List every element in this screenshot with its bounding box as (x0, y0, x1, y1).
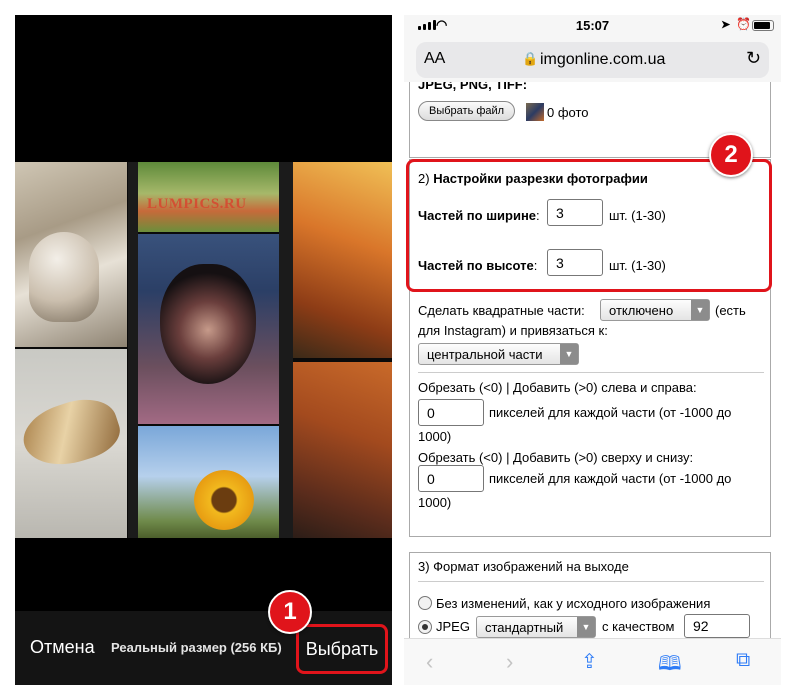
photo-dog (138, 234, 279, 424)
radio-jpeg-label: JPEG (436, 619, 470, 634)
jpeg-mode-value: стандартный (485, 619, 564, 635)
radio-jpeg[interactable] (418, 620, 432, 634)
forward-icon[interactable]: › (506, 649, 513, 675)
tb-label: Обрезать (<0) | Добавить (>0) сверху и с… (418, 450, 694, 465)
reader-settings-button[interactable]: AA (424, 50, 445, 68)
alarm-icon: ⏰ (736, 17, 751, 31)
photo-cat (15, 162, 127, 347)
sunflower (194, 470, 254, 530)
step-badge-1: 1 (268, 590, 312, 634)
divider (418, 372, 764, 373)
status-bar: ◠ 15:07 ➤ ⏰ (404, 15, 781, 37)
tb-hint-end: 1000) (418, 495, 452, 510)
chevron-down-icon: ▼ (560, 344, 578, 364)
chevron-down-icon: ▼ (577, 617, 595, 637)
choose-button[interactable]: Выбрать (296, 624, 388, 674)
film-strip (279, 162, 293, 538)
photos-thumbnail (526, 103, 544, 121)
cat-paw (29, 232, 99, 322)
tb-input[interactable]: 0 (418, 465, 484, 492)
photo-preview: LUMPICS.RU (15, 162, 392, 538)
file-count: 0 фото (547, 105, 589, 120)
square-parts-value: отключено (609, 302, 674, 318)
real-size-label[interactable]: Реальный размер (256 КБ) (111, 640, 282, 655)
chevron-down-icon: ▼ (691, 300, 709, 320)
url-text[interactable]: imgonline.com.ua (540, 51, 665, 69)
anchor-value: центральной части (427, 346, 543, 362)
photo-autumn-tree (293, 162, 392, 358)
quality-label: с качеством (602, 619, 675, 634)
battery-icon (752, 20, 774, 31)
photo-autumn-forest (293, 362, 392, 538)
anchor-select[interactable]: центральной части ▼ (418, 343, 579, 365)
dog-face (160, 264, 256, 384)
tabs-icon[interactable]: ⧉ (736, 649, 750, 672)
safari-toolbar: ‹ › ⇪ 🕮 ⧉ (404, 638, 781, 685)
share-icon[interactable]: ⇪ (581, 649, 598, 674)
lr-input[interactable]: 0 (418, 399, 484, 426)
back-icon[interactable]: ‹ (426, 649, 433, 675)
address-bar[interactable]: AA 🔒 imgonline.com.ua ↻ (416, 42, 769, 78)
location-icon: ➤ (721, 19, 731, 31)
cancel-button[interactable]: Отмена (30, 637, 95, 658)
aa-label: AA (424, 50, 446, 67)
step-badge-2: 2 (709, 133, 753, 177)
radio-no-change-label: Без изменений, как у исходного изображен… (436, 596, 711, 611)
jpeg-mode-select[interactable]: стандартный ▼ (476, 616, 596, 638)
lock-icon: 🔒 (522, 51, 539, 66)
anchor-label: для Instagram) и привязаться к: (418, 323, 608, 338)
formats-label: JPEG, PNG, TIFF: (418, 82, 528, 92)
reload-icon[interactable]: ↻ (746, 48, 761, 69)
bookmarks-icon[interactable]: 🕮 (658, 649, 682, 683)
square-parts-label: Сделать квадратные части: (418, 303, 585, 318)
choose-file-button[interactable]: Выбрать файл (418, 101, 516, 121)
lr-hint: пикселей для каждой части (от -1000 до (489, 405, 732, 420)
watermark: LUMPICS.RU (147, 196, 247, 212)
section-title: 3) Формат изображений на выходе (418, 559, 629, 574)
highlight-frame (406, 159, 772, 292)
lr-label: Обрезать (<0) | Добавить (>0) слева и сп… (418, 380, 697, 395)
output-format-section: 3) Формат изображений на выходе Без изме… (409, 552, 771, 638)
photo-picker-screen: LUMPICS.RU Отмена Реальный размер (256 К… (15, 15, 392, 685)
lr-hint-end: 1000) (418, 429, 452, 444)
divider (418, 581, 764, 582)
square-parts-note: (есть (715, 303, 746, 318)
owl-wing (16, 389, 126, 477)
radio-no-change[interactable] (418, 596, 432, 610)
photo-owl (15, 349, 127, 538)
square-parts-select[interactable]: отключено ▼ (600, 299, 710, 321)
tb-hint: пикселей для каждой части (от -1000 до (489, 471, 732, 486)
photo-sunflower (138, 426, 279, 538)
safari-screen: ◠ 15:07 ➤ ⏰ AA 🔒 imgonline.com.ua ↻ JPEG… (404, 15, 781, 685)
quality-input[interactable]: 92 (684, 614, 750, 638)
film-strip (128, 162, 138, 538)
